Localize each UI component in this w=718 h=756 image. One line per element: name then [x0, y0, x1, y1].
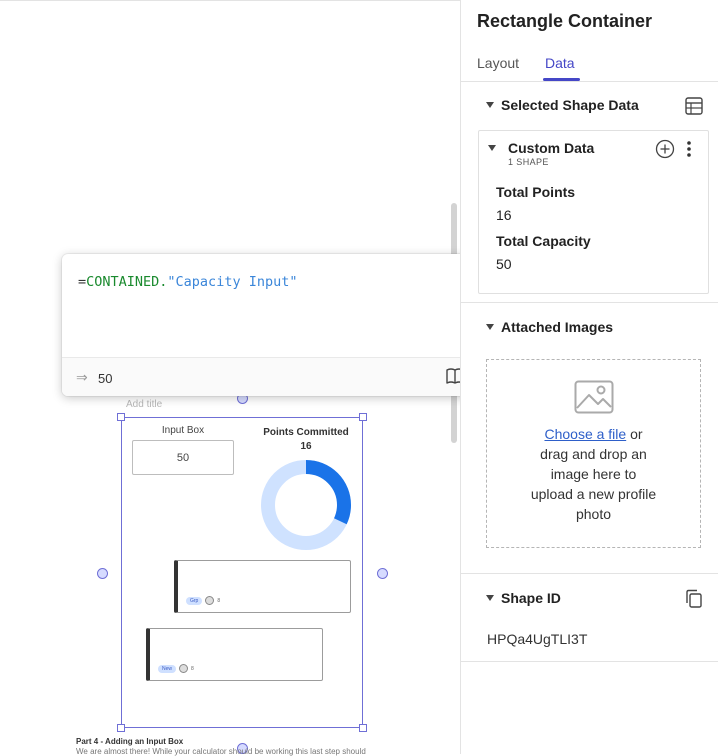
card-count: 8 — [217, 597, 221, 604]
upload-instructions: Choose a file or drag and drop an image … — [487, 424, 700, 524]
resize-handle-bottom-left[interactable] — [117, 724, 125, 732]
custom-data-title[interactable]: Custom Data — [508, 140, 594, 156]
divider — [461, 573, 718, 574]
upload-text-rest: drag and drop an image here to upload a … — [530, 446, 657, 522]
card-tag-pill: New — [158, 664, 177, 673]
card-shape[interactable]: New 8 — [146, 628, 323, 681]
section-title-selected-shape-data[interactable]: Selected Shape Data — [501, 97, 639, 113]
field-value-total-points[interactable]: 16 — [496, 207, 512, 223]
card-meta: New 8 — [158, 664, 194, 673]
caret-down-icon[interactable] — [488, 145, 496, 151]
formula-result-bar: ⇒ 50 — [62, 357, 481, 396]
points-committed-value: 16 — [300, 441, 312, 452]
caret-down-icon[interactable] — [486, 324, 494, 330]
copy-icon[interactable] — [685, 589, 703, 609]
tab-data[interactable]: Data — [545, 55, 575, 71]
avatar-icon — [205, 596, 215, 605]
image-icon — [574, 380, 614, 414]
caret-down-icon[interactable] — [486, 102, 494, 108]
doc-heading: Part 4 - Adding an Input Box — [76, 737, 184, 746]
field-label-total-points: Total Points — [496, 184, 576, 200]
divider — [461, 302, 718, 303]
result-arrow-icon: ⇒ — [76, 369, 88, 385]
upload-text-or: or — [626, 426, 643, 442]
shape-id-value[interactable]: HPQa4UgTLI3T — [487, 631, 587, 647]
divider — [461, 81, 718, 82]
choose-file-link[interactable]: Choose a file — [544, 426, 626, 442]
doc-body-text: We are almost there! While your calculat… — [76, 747, 366, 756]
resize-handle-bottom-right[interactable] — [359, 724, 367, 732]
formula-string-arg: "Capacity Input" — [167, 274, 298, 290]
formula-function: CONTAINED. — [86, 274, 168, 290]
points-donut-chart[interactable] — [258, 457, 354, 553]
properties-panel: Rectangle Container Layout Data Selected… — [460, 0, 718, 754]
divider — [461, 661, 718, 662]
panel-title: Rectangle Container — [477, 11, 653, 31]
kebab-icon[interactable] — [685, 140, 693, 158]
section-title-attached-images[interactable]: Attached Images — [501, 319, 613, 335]
add-title-placeholder[interactable]: Add title — [126, 399, 162, 410]
field-value-total-capacity[interactable]: 50 — [496, 256, 512, 272]
card-tag-pill: Grp — [186, 596, 203, 605]
section-title-shape-id[interactable]: Shape ID — [501, 590, 561, 606]
plus-circle-icon[interactable] — [655, 139, 675, 159]
points-committed-label: Points Committed — [263, 427, 349, 438]
tab-layout[interactable]: Layout — [477, 55, 519, 71]
input-box-label: Input Box — [161, 425, 205, 436]
caret-down-icon[interactable] — [486, 595, 494, 601]
formula-equals: = — [78, 274, 87, 290]
image-drop-zone[interactable]: Choose a file or drag and drop an image … — [486, 359, 701, 548]
table-icon[interactable] — [685, 97, 703, 115]
connection-point-left[interactable] — [97, 568, 108, 579]
card-count: 8 — [191, 665, 194, 672]
formula-input[interactable]: =CONTAINED."Capacity Input" — [78, 274, 297, 290]
capacity-input-box[interactable]: 50 — [132, 440, 234, 475]
connection-point-right[interactable] — [377, 568, 388, 579]
formula-result-value: 50 — [98, 371, 113, 386]
field-label-total-capacity: Total Capacity — [496, 233, 591, 249]
formula-divider — [62, 357, 481, 358]
resize-handle-top-right[interactable] — [359, 413, 367, 421]
resize-handle-top-left[interactable] — [117, 413, 125, 421]
card-meta: Grp 8 — [186, 596, 220, 605]
custom-data-card: Custom Data 1 SHAPE Total Points 16 Tota… — [478, 130, 709, 294]
avatar-icon — [179, 664, 189, 673]
card-shape[interactable]: Grp 8 — [174, 560, 351, 613]
custom-data-subtitle: 1 SHAPE — [508, 157, 549, 167]
formula-editor-popup[interactable]: =CONTAINED."Capacity Input" ⇒ 50 — [62, 254, 481, 396]
